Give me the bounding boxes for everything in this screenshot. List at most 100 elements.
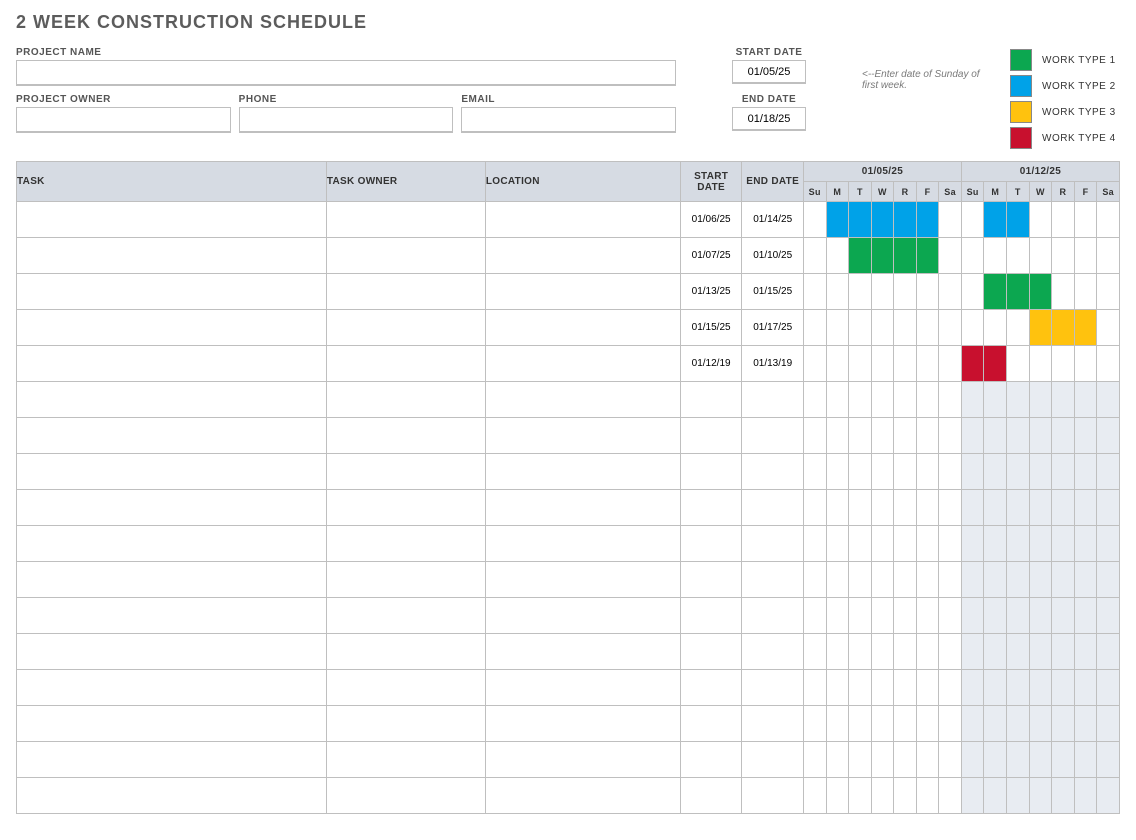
gantt-cell[interactable] <box>1074 526 1097 562</box>
gantt-cell[interactable] <box>1029 202 1052 238</box>
owner-cell-input[interactable] <box>327 670 485 705</box>
task-cell-input[interactable] <box>17 454 326 489</box>
gantt-cell[interactable] <box>939 310 962 346</box>
start-date-input[interactable] <box>732 60 806 84</box>
gantt-cell[interactable] <box>849 274 872 310</box>
gantt-cell[interactable] <box>871 598 894 634</box>
gantt-cell[interactable] <box>826 526 849 562</box>
start-date-cell-input[interactable] <box>681 418 742 453</box>
gantt-cell[interactable] <box>1007 634 1030 670</box>
gantt-cell[interactable] <box>1029 706 1052 742</box>
end-date-cell-input[interactable] <box>742 742 803 777</box>
gantt-cell[interactable] <box>1097 418 1120 454</box>
start-date-cell-input[interactable] <box>681 634 742 669</box>
end-date-cell-input[interactable] <box>742 490 803 525</box>
start-date-cell-input[interactable] <box>681 274 742 309</box>
gantt-cell[interactable] <box>1052 346 1075 382</box>
start-date-cell-input[interactable] <box>681 706 742 741</box>
gantt-cell[interactable] <box>803 706 826 742</box>
gantt-cell[interactable] <box>961 490 984 526</box>
gantt-cell[interactable] <box>894 526 917 562</box>
location-cell-input[interactable] <box>486 454 680 489</box>
gantt-cell[interactable] <box>826 274 849 310</box>
owner-cell-input[interactable] <box>327 418 485 453</box>
gantt-cell[interactable] <box>961 562 984 598</box>
gantt-cell[interactable] <box>803 742 826 778</box>
gantt-cell[interactable] <box>826 346 849 382</box>
start-date-cell-input[interactable] <box>681 562 742 597</box>
location-cell-input[interactable] <box>486 490 680 525</box>
gantt-cell[interactable] <box>1052 634 1075 670</box>
gantt-cell[interactable] <box>849 454 872 490</box>
location-cell-input[interactable] <box>486 418 680 453</box>
gantt-cell[interactable] <box>1052 706 1075 742</box>
task-cell-input[interactable] <box>17 490 326 525</box>
gantt-cell[interactable] <box>1029 418 1052 454</box>
gantt-cell[interactable] <box>849 346 872 382</box>
owner-cell-input[interactable] <box>327 202 485 237</box>
gantt-cell[interactable] <box>1097 274 1120 310</box>
gantt-cell[interactable] <box>939 418 962 454</box>
gantt-cell[interactable] <box>1097 634 1120 670</box>
gantt-cell[interactable] <box>871 562 894 598</box>
gantt-cell[interactable] <box>1029 382 1052 418</box>
task-cell-input[interactable] <box>17 526 326 561</box>
gantt-cell[interactable] <box>1007 706 1030 742</box>
owner-cell-input[interactable] <box>327 778 485 813</box>
gantt-cell[interactable] <box>916 346 939 382</box>
gantt-cell[interactable] <box>1029 454 1052 490</box>
gantt-cell[interactable] <box>1007 202 1030 238</box>
gantt-cell[interactable] <box>916 418 939 454</box>
task-cell-input[interactable] <box>17 778 326 813</box>
gantt-cell[interactable] <box>894 346 917 382</box>
gantt-cell[interactable] <box>1007 778 1030 814</box>
gantt-cell[interactable] <box>894 670 917 706</box>
gantt-cell[interactable] <box>1097 382 1120 418</box>
gantt-cell[interactable] <box>916 238 939 274</box>
gantt-cell[interactable] <box>961 238 984 274</box>
gantt-cell[interactable] <box>803 382 826 418</box>
gantt-cell[interactable] <box>826 202 849 238</box>
gantt-cell[interactable] <box>1007 310 1030 346</box>
gantt-cell[interactable] <box>916 670 939 706</box>
gantt-cell[interactable] <box>1097 238 1120 274</box>
gantt-cell[interactable] <box>1097 742 1120 778</box>
gantt-cell[interactable] <box>1007 382 1030 418</box>
gantt-cell[interactable] <box>916 382 939 418</box>
location-cell-input[interactable] <box>486 670 680 705</box>
owner-cell-input[interactable] <box>327 274 485 309</box>
start-date-cell-input[interactable] <box>681 346 742 381</box>
gantt-cell[interactable] <box>871 310 894 346</box>
task-cell-input[interactable] <box>17 562 326 597</box>
location-cell-input[interactable] <box>486 706 680 741</box>
end-date-cell-input[interactable] <box>742 202 803 237</box>
gantt-cell[interactable] <box>894 238 917 274</box>
gantt-cell[interactable] <box>894 778 917 814</box>
gantt-cell[interactable] <box>961 418 984 454</box>
gantt-cell[interactable] <box>894 274 917 310</box>
task-cell-input[interactable] <box>17 598 326 633</box>
end-date-cell-input[interactable] <box>742 454 803 489</box>
gantt-cell[interactable] <box>849 634 872 670</box>
location-cell-input[interactable] <box>486 202 680 237</box>
gantt-cell[interactable] <box>916 562 939 598</box>
end-date-cell-input[interactable] <box>742 670 803 705</box>
gantt-cell[interactable] <box>1074 418 1097 454</box>
gantt-cell[interactable] <box>1029 526 1052 562</box>
gantt-cell[interactable] <box>803 202 826 238</box>
gantt-cell[interactable] <box>1029 634 1052 670</box>
location-cell-input[interactable] <box>486 310 680 345</box>
gantt-cell[interactable] <box>849 382 872 418</box>
gantt-cell[interactable] <box>894 706 917 742</box>
gantt-cell[interactable] <box>1097 778 1120 814</box>
gantt-cell[interactable] <box>1097 202 1120 238</box>
gantt-cell[interactable] <box>939 742 962 778</box>
gantt-cell[interactable] <box>939 778 962 814</box>
gantt-cell[interactable] <box>939 202 962 238</box>
start-date-cell-input[interactable] <box>681 778 742 813</box>
gantt-cell[interactable] <box>984 490 1007 526</box>
gantt-cell[interactable] <box>939 598 962 634</box>
owner-cell-input[interactable] <box>327 634 485 669</box>
end-date-cell-input[interactable] <box>742 706 803 741</box>
gantt-cell[interactable] <box>871 418 894 454</box>
